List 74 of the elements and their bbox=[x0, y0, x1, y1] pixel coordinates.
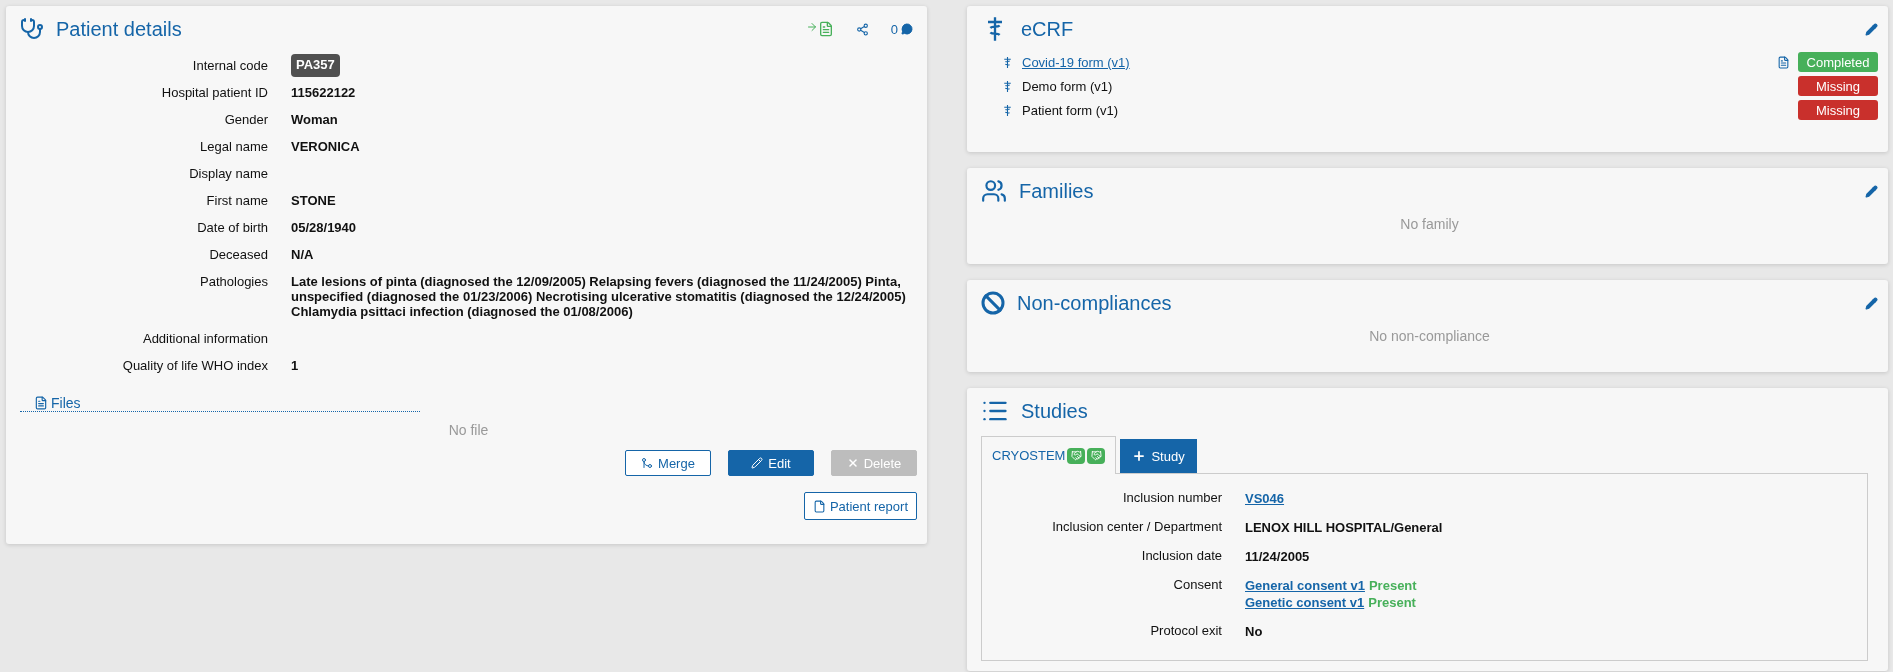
status-badge: Missing bbox=[1798, 76, 1878, 96]
field-label: Legal name bbox=[199, 138, 268, 156]
file-icon bbox=[34, 396, 48, 410]
field-label: Inclusion number bbox=[1122, 489, 1222, 507]
stethoscope-icon bbox=[20, 17, 44, 41]
field-label: Date of birth bbox=[196, 219, 268, 237]
field-label: Hospital patient ID bbox=[160, 84, 268, 102]
handshake-icon bbox=[1067, 447, 1086, 464]
field-label: Inclusion date bbox=[1140, 547, 1222, 565]
panel-title: Studies bbox=[1021, 399, 1088, 423]
field-label: Additional information bbox=[141, 330, 268, 348]
empty-message: No family bbox=[1400, 216, 1459, 232]
handshake-icon bbox=[1087, 447, 1106, 464]
study-tab[interactable]: CRYOSTEM bbox=[981, 436, 1117, 474]
value-link[interactable]: VS046 bbox=[1245, 491, 1285, 506]
pdf-icon[interactable] bbox=[1777, 55, 1790, 69]
value-link[interactable]: General consent v1 bbox=[1245, 578, 1365, 593]
panel-title: Families bbox=[1019, 179, 1094, 203]
merge-icon bbox=[641, 457, 654, 469]
form-name: Patient form (v1) bbox=[1022, 102, 1119, 118]
field-value: Woman bbox=[291, 111, 339, 129]
prohibited-icon bbox=[981, 291, 1005, 315]
family-icon bbox=[981, 178, 1007, 204]
panel-title: eCRF bbox=[1021, 17, 1074, 41]
field-value: N/A bbox=[291, 246, 315, 264]
document-icon bbox=[812, 499, 826, 513]
field-value: 05/28/1940 bbox=[291, 219, 358, 237]
staff-icon bbox=[1001, 79, 1014, 93]
field-label: Pathologies bbox=[199, 273, 268, 291]
field-value: 115622122 bbox=[291, 84, 357, 102]
field-value: Late lesions of pinta (diagnosed the 12/09/2005) Relapsing fevers (diagnosed the 11/24/2005) Pinta, unspecified (diagnosed the 01/23/2006) Necrotising ulcerative stomatitis (diagnosed the 12/24/2005) Chlamydia psittaci infection (diagnosed the 01/08/2006) bbox=[291, 273, 907, 321]
field-value: LENOX HILL HOSPITAL/General bbox=[1245, 520, 1443, 535]
staff-icon bbox=[1001, 103, 1014, 117]
staff-icon bbox=[1001, 55, 1014, 69]
consent-status: Present bbox=[1368, 578, 1417, 593]
plus-icon bbox=[1132, 449, 1147, 463]
field-label: Gender bbox=[223, 111, 268, 129]
value-link[interactable]: Genetic consent v1 bbox=[1245, 595, 1365, 610]
field-value: 1 bbox=[291, 357, 300, 375]
field-label: Inclusion center / Department bbox=[1051, 518, 1222, 536]
empty-message: No file bbox=[448, 422, 489, 438]
status-badge: Completed bbox=[1798, 52, 1878, 72]
consent-status: Present bbox=[1368, 595, 1416, 610]
field-label: Internal code bbox=[191, 57, 268, 75]
field-value: No bbox=[1245, 624, 1263, 639]
merge-button[interactable]: Merge bbox=[625, 450, 711, 476]
field-label: Consent bbox=[1172, 576, 1222, 594]
panel-title: Non-compliances bbox=[1017, 291, 1172, 315]
form-name: Demo form (v1) bbox=[1022, 78, 1113, 94]
field-label: Protocol exit bbox=[1149, 622, 1222, 640]
empty-message: No non-compliance bbox=[1369, 328, 1490, 344]
field-label: First name bbox=[205, 192, 268, 210]
field-value: STONE bbox=[291, 192, 337, 210]
add-study-button[interactable]: Study bbox=[1120, 439, 1197, 473]
edit-icon[interactable] bbox=[1865, 22, 1878, 36]
files-title[interactable]: Files bbox=[51, 395, 81, 411]
export-document-icon[interactable] bbox=[805, 21, 834, 37]
edit-icon[interactable] bbox=[1865, 184, 1878, 198]
panel-title: Patient details bbox=[56, 17, 182, 41]
code-badge: PA357 bbox=[291, 54, 340, 77]
share-icon[interactable] bbox=[855, 22, 869, 36]
pencil-icon bbox=[751, 457, 764, 469]
field-label: Deceased bbox=[208, 246, 268, 264]
form-name[interactable]: Covid-19 form (v1) bbox=[1022, 54, 1130, 70]
status-badge: Missing bbox=[1798, 100, 1878, 120]
edit-button[interactable]: Edit bbox=[728, 450, 814, 476]
cross-icon bbox=[846, 457, 859, 469]
field-value: 11/24/2005 bbox=[1245, 549, 1310, 564]
edit-icon[interactable] bbox=[1865, 296, 1878, 310]
field-value: VERONICA bbox=[291, 138, 361, 156]
comments-count[interactable]: 0 bbox=[890, 21, 913, 37]
patient-report-button[interactable]: Patient report bbox=[803, 492, 917, 520]
field-label: Quality of life WHO index bbox=[121, 357, 268, 375]
field-label: Display name bbox=[188, 165, 268, 183]
